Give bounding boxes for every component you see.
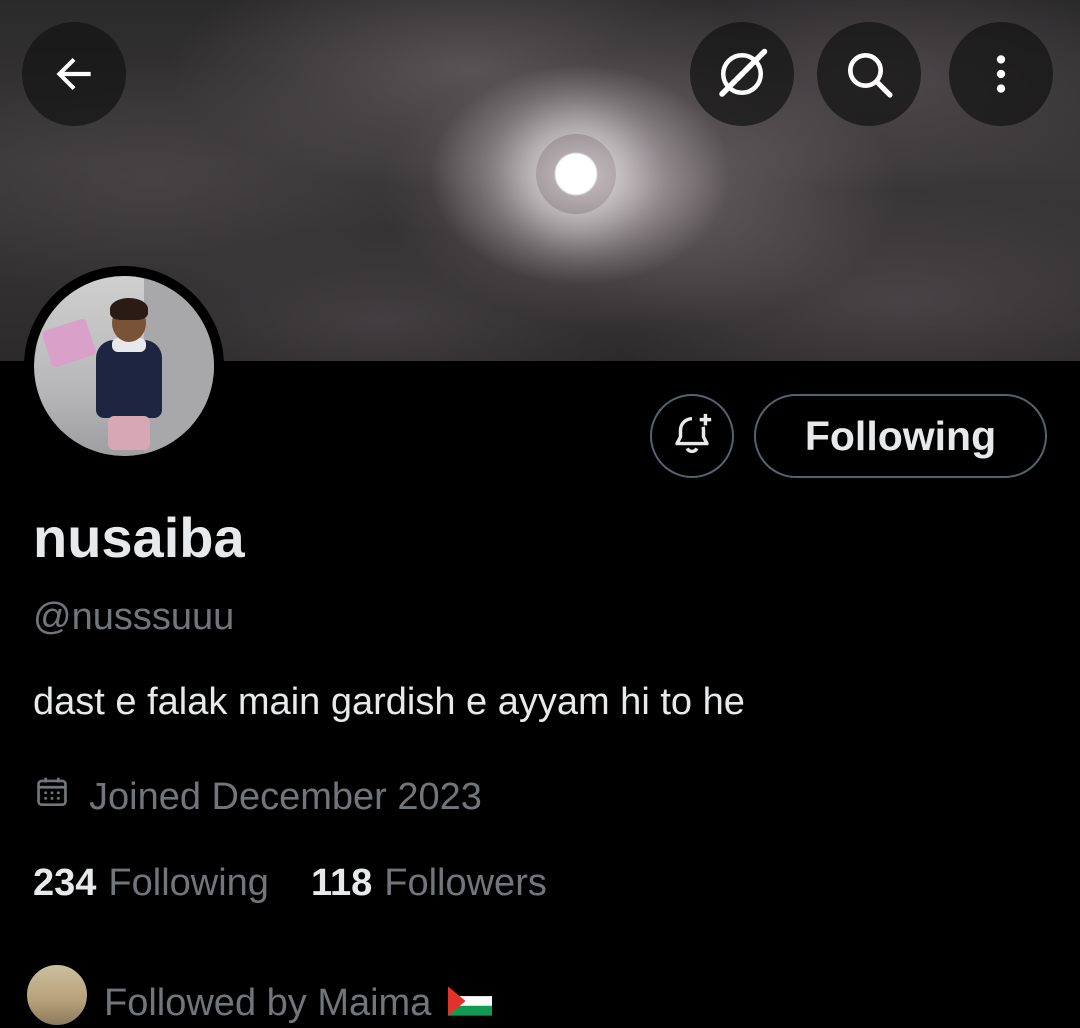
grok-icon: [712, 44, 772, 104]
joined-date: Joined December 2023: [33, 773, 482, 821]
follow-stats: 234 Following 118 Followers: [33, 862, 547, 905]
followed-by-text: Followed by Maima: [104, 981, 432, 1024]
notifications-button[interactable]: [650, 394, 734, 478]
profile-bio: dast e falak main gardish e ayyam hi to …: [33, 681, 745, 723]
following-button[interactable]: Following: [754, 394, 1047, 478]
following-stat[interactable]: 234 Following: [33, 862, 269, 905]
joined-text: Joined December 2023: [89, 775, 482, 818]
user-handle: @nusssuuu: [33, 596, 235, 638]
grok-button[interactable]: [690, 22, 794, 126]
banner-moon: [536, 134, 616, 214]
followed-by[interactable]: Followed by Maima: [24, 962, 492, 1028]
display-name: nusaiba: [33, 506, 245, 569]
followers-count: 118: [310, 862, 373, 904]
back-button[interactable]: [22, 22, 126, 126]
more-options-button[interactable]: [949, 22, 1053, 126]
avatar-photo: [34, 276, 214, 456]
profile-avatar[interactable]: [24, 266, 224, 466]
arrow-left-icon: [49, 49, 99, 99]
search-button[interactable]: [817, 22, 921, 126]
search-icon: [841, 46, 897, 102]
calendar-icon: [33, 773, 89, 821]
bell-plus-icon: [669, 411, 715, 462]
follower-avatar: [24, 962, 90, 1028]
following-count: 234: [33, 862, 97, 904]
palestine-flag-icon: [447, 983, 492, 1026]
following-label: Following: [108, 862, 269, 904]
followers-label: Followers: [384, 862, 547, 904]
followers-stat[interactable]: 118 Followers: [311, 862, 547, 905]
more-vertical-icon: [976, 49, 1026, 99]
